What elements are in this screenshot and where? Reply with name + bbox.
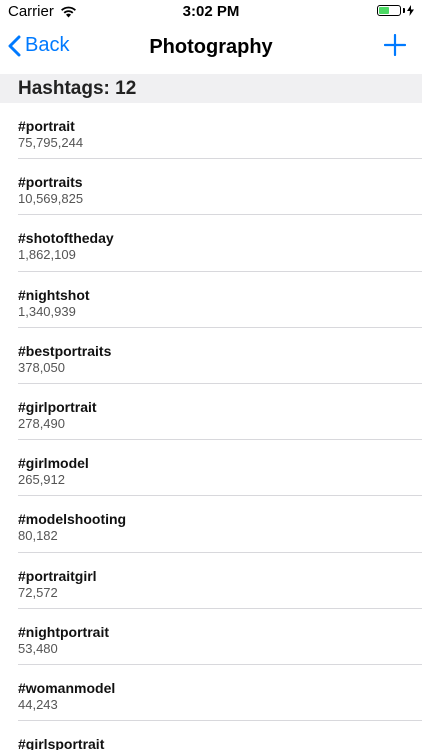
list-item[interactable]: #nightportrait 53,480	[0, 609, 422, 666]
hashtag-label: #shotoftheday	[18, 230, 114, 247]
hashtag-label: #girlportrait	[18, 398, 97, 415]
hashtag-label: #bestportraits	[18, 342, 112, 359]
post-count: 265,912	[18, 472, 65, 488]
hashtag-label: #nightshot	[18, 286, 90, 303]
battery-indicator	[377, 5, 414, 16]
battery-icon	[377, 5, 401, 16]
battery-tip	[403, 8, 405, 13]
post-count: 75,795,244	[18, 135, 84, 150]
status-time: 3:02 PM	[182, 3, 240, 20]
list-item[interactable]: #bestportraits 378,050	[0, 328, 422, 385]
charging-bolt-icon	[407, 5, 414, 16]
battery-fill	[379, 7, 390, 14]
list-item[interactable]: #portraitgirl 72,572	[0, 553, 422, 609]
list-item[interactable]: #girlsportrait	[0, 721, 422, 750]
list-item[interactable]: #shotoftheday 1,862,109	[0, 215, 422, 272]
hashtag-label: #nightportrait	[18, 623, 109, 640]
hashtag-label: #portraitgirl	[18, 567, 97, 584]
post-count: 44,243	[18, 696, 58, 712]
hashtag-label: #girlmodel	[18, 455, 89, 472]
hashtag-label: #portraits	[18, 174, 83, 191]
post-count: 80,182	[18, 528, 58, 544]
post-count: 1,862,109	[18, 247, 76, 263]
navigation-bar: Back Photography	[0, 24, 422, 74]
hashtag-label: #portrait	[18, 118, 75, 134]
page-title: Photography	[149, 36, 273, 58]
plus-icon	[383, 33, 407, 57]
list-item[interactable]: #girlmodel 265,912	[0, 440, 422, 497]
hashtag-label: #modelshooting	[18, 511, 127, 528]
post-count: 1,340,939	[18, 303, 76, 319]
post-count: 72,572	[18, 584, 58, 600]
list-item[interactable]: #portrait 75,795,244	[0, 103, 422, 160]
list-item[interactable]: #modelshooting 80,182	[0, 496, 422, 553]
hashtag-label: #girlsportrait	[18, 736, 105, 750]
list-item[interactable]: #portraits 10,569,825	[0, 159, 422, 216]
list-item[interactable]: #womanmodel 44,243	[0, 665, 422, 722]
post-count: 53,480	[18, 640, 58, 656]
list-item[interactable]: #girlportrait 278,490	[0, 384, 422, 441]
post-count: 378,050	[18, 359, 65, 375]
hashtag-list: #portrait 75,795,244 #portraits 10,569,825 #…	[0, 103, 422, 750]
section-header: Hashtags: 12	[0, 74, 422, 103]
add-button[interactable]	[383, 33, 407, 61]
post-count: 10,569,825	[18, 191, 84, 207]
post-count: 278,490	[18, 415, 65, 431]
hashtag-label: #womanmodel	[18, 679, 116, 696]
status-bar: Carrier 3:02 PM	[0, 0, 422, 24]
list-item[interactable]: #nightshot 1,340,939	[0, 272, 422, 328]
